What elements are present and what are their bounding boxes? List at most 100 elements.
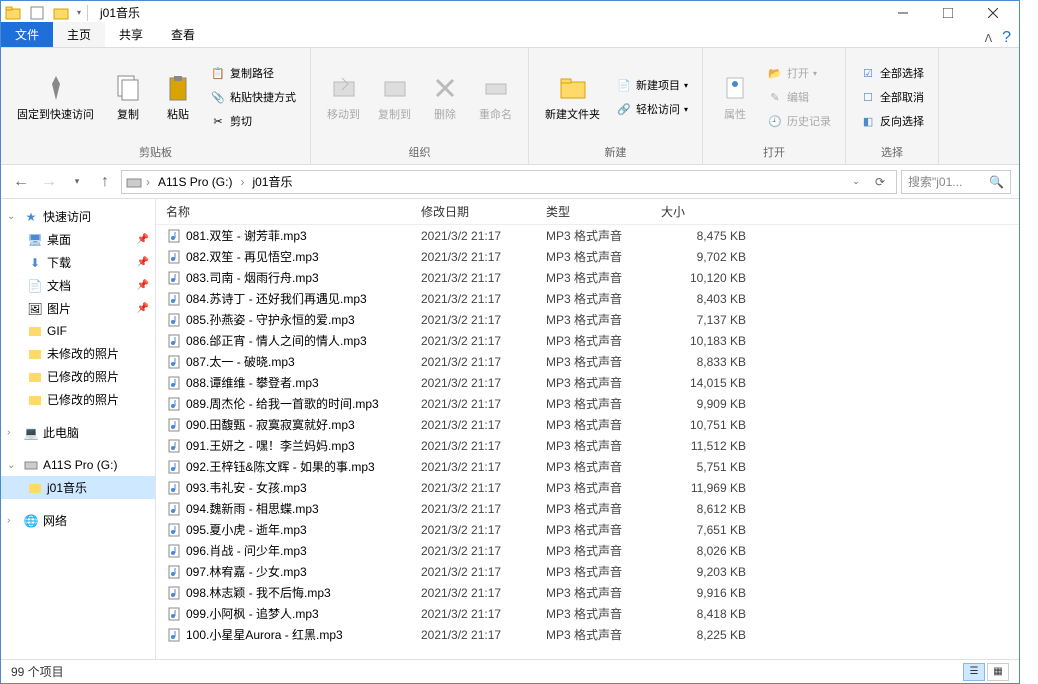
breadcrumb-drive[interactable]: A11S Pro (G:)	[154, 173, 236, 191]
maximize-button[interactable]	[925, 2, 970, 24]
file-row[interactable]: 086.邰正宵 - 情人之间的情人.mp3 2021/3/2 21:17 MP3…	[156, 330, 1019, 351]
file-row[interactable]: 094.魏新雨 - 相思蝶.mp3 2021/3/2 21:17 MP3 格式声…	[156, 498, 1019, 519]
mp3-icon	[166, 354, 182, 370]
file-row[interactable]: 089.周杰伦 - 给我一首歌的时间.mp3 2021/3/2 21:17 MP…	[156, 393, 1019, 414]
file-date: 2021/3/2 21:17	[421, 607, 546, 621]
sidebar-drive[interactable]: ⌄A11S Pro (G:)	[1, 454, 155, 476]
cut-button[interactable]: ✂剪切	[206, 111, 300, 131]
up-button[interactable]: ↑	[93, 170, 117, 194]
newitem-button[interactable]: 📄新建项目 ▾	[612, 75, 692, 95]
file-row[interactable]: 097.林宥嘉 - 少女.mp3 2021/3/2 21:17 MP3 格式声音…	[156, 561, 1019, 582]
file-row[interactable]: 099.小阿枫 - 追梦人.mp3 2021/3/2 21:17 MP3 格式声…	[156, 603, 1019, 624]
sidebar-gif[interactable]: GIF	[1, 320, 155, 342]
mp3-icon	[166, 606, 182, 622]
tab-share[interactable]: 共享	[105, 22, 157, 47]
select-group-label: 选择	[856, 142, 928, 162]
sidebar-thispc[interactable]: ›💻此电脑	[1, 421, 155, 444]
help-icon[interactable]: ?	[1002, 29, 1011, 47]
file-row[interactable]: 090.田馥甄 - 寂寞寂寞就好.mp3 2021/3/2 21:17 MP3 …	[156, 414, 1019, 435]
sidebar-folder-current[interactable]: j01音乐	[1, 476, 155, 499]
sidebar-unmodified[interactable]: 未修改的照片	[1, 342, 155, 365]
address-field[interactable]: › A11S Pro (G:) › j01音乐 ⌄ ⟳	[121, 170, 897, 194]
column-size[interactable]: 大小	[661, 203, 766, 220]
invertselect-button[interactable]: ◧反向选择	[856, 111, 928, 131]
rename-button[interactable]: 重命名	[473, 52, 518, 142]
view-icons-button[interactable]: ▦	[987, 663, 1009, 681]
mp3-icon	[166, 312, 182, 328]
view-details-button[interactable]: ☰	[963, 663, 985, 681]
ribbon: 固定到快速访问 复制 粘贴 📋复制路径 📎粘贴快捷方式 ✂剪切 剪贴板	[1, 48, 1019, 165]
file-row[interactable]: 096.肖战 - 问少年.mp3 2021/3/2 21:17 MP3 格式声音…	[156, 540, 1019, 561]
paste-button[interactable]: 粘贴	[156, 52, 200, 142]
file-row[interactable]: 085.孙燕姿 - 守护永恒的爱.mp3 2021/3/2 21:17 MP3 …	[156, 309, 1019, 330]
addr-dropdown-icon[interactable]: ⌄	[844, 170, 868, 194]
file-size: 14,015 KB	[661, 376, 766, 390]
delete-button[interactable]: 删除	[423, 52, 467, 142]
chevron-right-icon[interactable]: ›	[144, 175, 152, 189]
close-button[interactable]	[970, 2, 1015, 24]
file-type: MP3 格式声音	[546, 437, 661, 454]
file-name: 095.夏小虎 - 逝年.mp3	[186, 521, 307, 538]
copyto-button[interactable]: 复制到	[372, 52, 417, 142]
file-row[interactable]: 081.双笙 - 谢芳菲.mp3 2021/3/2 21:17 MP3 格式声音…	[156, 225, 1019, 246]
ribbon-collapse-icon[interactable]: ᐱ	[985, 32, 993, 45]
sidebar-modified[interactable]: 已修改的照片	[1, 365, 155, 388]
file-row[interactable]: 093.韦礼安 - 女孩.mp3 2021/3/2 21:17 MP3 格式声音…	[156, 477, 1019, 498]
file-row[interactable]: 088.谭维维 - 攀登者.mp3 2021/3/2 21:17 MP3 格式声…	[156, 372, 1019, 393]
tab-home[interactable]: 主页	[53, 22, 105, 47]
selectall-button[interactable]: ☑全部选择	[856, 63, 928, 83]
file-row[interactable]: 087.太一 - 破晓.mp3 2021/3/2 21:17 MP3 格式声音 …	[156, 351, 1019, 372]
newfolder-button[interactable]: 新建文件夹	[539, 52, 606, 142]
pin-quickaccess-button[interactable]: 固定到快速访问	[11, 52, 100, 142]
tab-view[interactable]: 查看	[157, 22, 209, 47]
easyaccess-button[interactable]: 🔗轻松访问 ▾	[612, 99, 692, 119]
selectnone-button[interactable]: ☐全部取消	[856, 87, 928, 107]
back-button[interactable]: ←	[9, 170, 33, 194]
window-title: j01音乐	[100, 4, 140, 21]
refresh-icon[interactable]: ⟳	[868, 170, 892, 194]
paste-label: 粘贴	[167, 106, 189, 122]
checkbox-icon[interactable]	[29, 5, 45, 21]
column-date[interactable]: 修改日期	[421, 203, 546, 220]
search-input[interactable]: 搜索"j01... 🔍	[901, 170, 1011, 194]
sidebar-quickaccess[interactable]: ⌄★快速访问	[1, 205, 155, 228]
edit-button[interactable]: ✎编辑	[763, 87, 835, 107]
column-type[interactable]: 类型	[546, 203, 661, 220]
sidebar-desktop[interactable]: 🖥桌面📌	[1, 228, 155, 251]
file-row[interactable]: 092.王梓钰&陈文辉 - 如果的事.mp3 2021/3/2 21:17 MP…	[156, 456, 1019, 477]
file-row[interactable]: 098.林志颖 - 我不后悔.mp3 2021/3/2 21:17 MP3 格式…	[156, 582, 1019, 603]
properties-button[interactable]: 属性	[713, 52, 757, 142]
dropdown-icon[interactable]: ▾	[77, 8, 81, 17]
forward-button[interactable]: →	[37, 170, 61, 194]
file-row[interactable]: 083.司南 - 烟雨行舟.mp3 2021/3/2 21:17 MP3 格式声…	[156, 267, 1019, 288]
sidebar-modified2[interactable]: 已修改的照片	[1, 388, 155, 411]
minimize-button[interactable]	[880, 2, 925, 24]
file-row[interactable]: 084.苏诗丁 - 还好我们再遇见.mp3 2021/3/2 21:17 MP3…	[156, 288, 1019, 309]
column-name[interactable]: 名称	[166, 203, 421, 220]
sidebar-downloads[interactable]: ⬇下载📌	[1, 251, 155, 274]
file-row[interactable]: 100.小星星Aurora - 红黑.mp3 2021/3/2 21:17 MP…	[156, 624, 1019, 645]
open-button[interactable]: 📂打开 ▾	[763, 63, 835, 83]
breadcrumb-folder[interactable]: j01音乐	[248, 171, 296, 192]
file-type: MP3 格式声音	[546, 248, 661, 265]
recent-dropdown[interactable]: ▾	[65, 170, 89, 194]
sidebar-documents[interactable]: 📄文档📌	[1, 274, 155, 297]
file-row[interactable]: 095.夏小虎 - 逝年.mp3 2021/3/2 21:17 MP3 格式声音…	[156, 519, 1019, 540]
file-row[interactable]: 091.王妍之 - 嘿！李兰妈妈.mp3 2021/3/2 21:17 MP3 …	[156, 435, 1019, 456]
file-name: 092.王梓钰&陈文辉 - 如果的事.mp3	[186, 458, 375, 475]
file-row[interactable]: 082.双笙 - 再见悟空.mp3 2021/3/2 21:17 MP3 格式声…	[156, 246, 1019, 267]
history-button[interactable]: 🕘历史记录	[763, 111, 835, 131]
copy-button[interactable]: 复制	[106, 52, 150, 142]
copypath-button[interactable]: 📋复制路径	[206, 63, 300, 83]
sidebar-network[interactable]: ›🌐网络	[1, 509, 155, 532]
mp3-icon	[166, 249, 182, 265]
ribbon-tabs: 文件 主页 共享 查看 ᐱ ?	[1, 24, 1019, 48]
tab-file[interactable]: 文件	[1, 22, 53, 47]
pasteshortcut-button[interactable]: 📎粘贴快捷方式	[206, 87, 300, 107]
file-date: 2021/3/2 21:17	[421, 523, 546, 537]
file-size: 11,969 KB	[661, 481, 766, 495]
chevron-right-icon[interactable]: ›	[238, 175, 246, 189]
sidebar-pictures[interactable]: 🖼图片📌	[1, 297, 155, 320]
moveto-button[interactable]: 移动到	[321, 52, 366, 142]
file-name: 094.魏新雨 - 相思蝶.mp3	[186, 500, 319, 517]
